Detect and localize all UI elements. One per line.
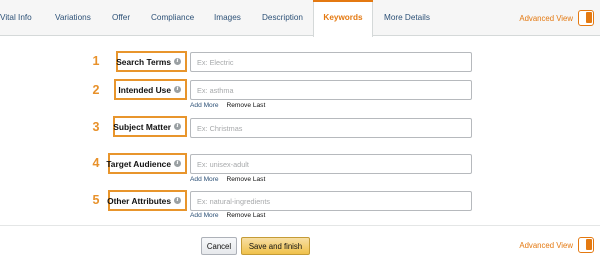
other-attributes-links: Add More Remove Last — [190, 212, 265, 222]
search-terms-input[interactable] — [190, 52, 472, 72]
row-number-3: 3 — [92, 120, 100, 134]
tab-keywords[interactable]: Keywords — [313, 0, 373, 37]
tab-description[interactable]: Description — [262, 0, 303, 36]
tab-vital-info[interactable]: Vital Info — [0, 0, 32, 36]
subject-matter-label: Subject Matter i — [113, 116, 187, 137]
tab-compliance[interactable]: Compliance — [151, 0, 194, 36]
info-icon[interactable]: i — [174, 58, 181, 65]
remove-last-link[interactable]: Remove Last — [226, 102, 265, 109]
intended-use-input[interactable] — [190, 80, 472, 100]
tab-more-details[interactable]: More Details — [384, 0, 430, 36]
intended-use-links: Add More Remove Last — [190, 102, 265, 112]
advanced-view-toggle[interactable] — [578, 10, 594, 26]
intended-use-label-text: Intended Use — [118, 84, 171, 95]
subject-matter-input[interactable] — [190, 118, 472, 138]
advanced-view-top: Advanced View — [519, 10, 594, 26]
info-icon[interactable]: i — [174, 160, 181, 167]
row-number-5: 5 — [92, 193, 100, 207]
search-terms-label: Search Terms i — [116, 51, 187, 72]
save-and-finish-button[interactable]: Save and finish — [241, 237, 310, 255]
advanced-view-label: Advanced View — [519, 240, 573, 250]
advanced-view-bottom: Advanced View — [519, 237, 594, 253]
remove-last-link[interactable]: Remove Last — [226, 176, 265, 183]
search-terms-label-text: Search Terms — [116, 56, 171, 67]
info-icon[interactable]: i — [174, 86, 181, 93]
other-attributes-label-text: Other Attributes — [107, 195, 171, 206]
target-audience-label: Target Audience i — [106, 153, 187, 174]
tab-offer[interactable]: Offer — [112, 0, 130, 36]
footer-divider — [0, 225, 600, 226]
subject-matter-label-text: Subject Matter — [113, 121, 171, 132]
tab-variations[interactable]: Variations — [55, 0, 91, 36]
intended-use-label: Intended Use i — [114, 79, 187, 100]
info-icon[interactable]: i — [174, 123, 181, 130]
row-number-2: 2 — [92, 83, 100, 97]
target-audience-input[interactable] — [190, 154, 472, 174]
info-icon[interactable]: i — [174, 197, 181, 204]
remove-last-link[interactable]: Remove Last — [226, 212, 265, 219]
row-number-1: 1 — [92, 54, 100, 68]
other-attributes-input[interactable] — [190, 191, 472, 211]
target-audience-label-text: Target Audience — [106, 158, 171, 169]
target-audience-links: Add More Remove Last — [190, 176, 265, 186]
row-number-4: 4 — [92, 156, 100, 170]
other-attributes-label: Other Attributes i — [107, 190, 187, 211]
advanced-view-toggle[interactable] — [578, 237, 594, 253]
add-more-link[interactable]: Add More — [190, 212, 219, 219]
add-more-link[interactable]: Add More — [190, 176, 219, 183]
advanced-view-label: Advanced View — [519, 13, 573, 23]
add-more-link[interactable]: Add More — [190, 102, 219, 109]
tab-bar: Vital Info Variations Offer Compliance I… — [0, 0, 600, 37]
cancel-button[interactable]: Cancel — [201, 237, 237, 255]
tab-images[interactable]: Images — [214, 0, 241, 36]
